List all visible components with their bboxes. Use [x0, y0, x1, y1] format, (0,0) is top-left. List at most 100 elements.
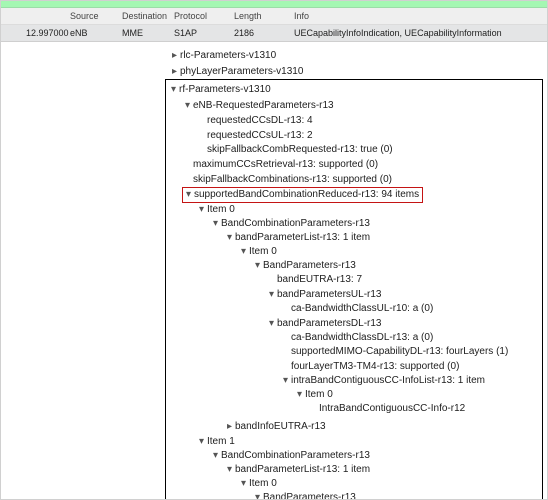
cell-destination: MME: [119, 25, 171, 41]
node-intra-cc-infolist[interactable]: ▾intraBandContiguousCC-InfoList-r13: 1 i…: [280, 374, 542, 418]
chevron-down-icon[interactable]: ▾: [238, 477, 249, 491]
label: bandParameterList-r13: 1 item: [235, 232, 370, 243]
label: phyLayerParameters-v1310: [180, 66, 303, 77]
packet-row[interactable]: 12.997000 eNB MME S1AP 2186 UECapability…: [1, 25, 547, 42]
node-phy-parameters[interactable]: phyLayerParameters-v1310: [169, 64, 543, 80]
chevron-down-icon[interactable]: ▾: [266, 317, 277, 331]
col-protocol[interactable]: Protocol: [171, 8, 231, 24]
node-intra-item[interactable]: ▾Item 0 IntraBandContiguousCC-Info-r12: [294, 388, 542, 417]
chevron-down-icon[interactable]: ▾: [210, 449, 221, 463]
chevron-down-icon[interactable]: ▾: [224, 463, 235, 477]
leaf-ca-bw-dl[interactable]: ca-BandwidthClassDL-r13: a (0): [280, 330, 542, 345]
chevron-down-icon[interactable]: ▾: [294, 388, 305, 402]
label: intraBandContiguousCC-InfoList-r13: 1 it…: [291, 375, 485, 386]
leaf-skip-fallback-req[interactable]: skipFallbackCombRequested-r13: true (0): [196, 143, 542, 158]
label: BandCombinationParameters-r13: [221, 450, 370, 461]
node-band-params-ul[interactable]: ▾bandParametersUL-r13 ca-BandwidthClassU…: [266, 287, 542, 316]
label: supportedBandCombinationReduced-r13: 94 …: [194, 189, 419, 200]
leaf-skip-fallback-comb[interactable]: skipFallbackCombinations-r13: supported …: [182, 172, 542, 187]
node-item[interactable]: ▾Item 1 ▾BandCombinationParameters-r13 ▾…: [196, 435, 542, 499]
node-enb-requested[interactable]: ▾eNB-RequestedParameters-r13 requestedCC…: [182, 98, 542, 158]
label: ca-BandwidthClassDL-r13: a (0): [291, 332, 433, 343]
node-supported-band-combination[interactable]: ▾supportedBandCombinationReduced-r13: 94…: [182, 187, 542, 499]
col-source[interactable]: Source: [67, 8, 119, 24]
leaf-requested-ccs-dl[interactable]: requestedCCsDL-r13: 4: [196, 114, 542, 129]
display-filter-bar[interactable]: [1, 1, 547, 8]
label: skipFallbackCombinations-r13: supported …: [193, 174, 392, 185]
packet-list-header[interactable]: Source Destination Protocol Length Info: [1, 8, 547, 25]
label: skipFallbackCombRequested-r13: true (0): [207, 144, 393, 155]
leaf-requested-ccs-ul[interactable]: requestedCCsUL-r13: 2: [196, 128, 542, 143]
chevron-down-icon[interactable]: ▾: [252, 259, 263, 273]
pretree-group: rlc-Parameters-v1310 phyLayerParameters-…: [169, 48, 543, 79]
label: Item 0: [207, 204, 235, 215]
node-item[interactable]: ▾Item 0 ▾BandCombinationParameters-r13 ▾…: [196, 203, 542, 435]
cell-time: 12.997000: [23, 25, 67, 41]
node-band-params-dl[interactable]: ▾bandParametersDL-r13 ca-BandwidthClassD…: [266, 316, 542, 418]
chevron-down-icon[interactable]: ▾: [252, 491, 263, 499]
cell-info: UECapabilityInfoIndication, UECapability…: [291, 25, 547, 41]
cell-no: [1, 25, 23, 41]
leaf-mimo[interactable]: supportedMIMO-CapabilityDL-r13: fourLaye…: [280, 345, 542, 360]
leaf-ca-bw-ul[interactable]: ca-BandwidthClassUL-r10: a (0): [280, 301, 542, 316]
leaf-intra-info[interactable]: IntraBandContiguousCC-Info-r12: [308, 402, 542, 417]
packet-analyzer-window: Source Destination Protocol Length Info …: [0, 0, 548, 500]
chevron-down-icon[interactable]: ▾: [266, 288, 277, 302]
chevron-down-icon[interactable]: ▾: [224, 231, 235, 245]
chevron-right-icon[interactable]: ▸: [224, 420, 235, 434]
packet-details-pane[interactable]: rlc-Parameters-v1310 phyLayerParameters-…: [1, 42, 547, 499]
chevron-right-icon[interactable]: [169, 49, 180, 63]
label: Item 0: [305, 389, 333, 400]
col-length[interactable]: Length: [231, 8, 291, 24]
chevron-down-icon[interactable]: ▾: [196, 203, 207, 217]
node-band-info-eutra[interactable]: ▸bandInfoEUTRA-r13: [224, 419, 542, 434]
chevron-down-icon[interactable]: [168, 83, 179, 97]
node-band-parameters[interactable]: ▾BandParameters-r13 bandEUTRA-r13: 40 ▾b…: [252, 491, 542, 499]
chevron-right-icon[interactable]: [169, 65, 180, 79]
label: supportedMIMO-CapabilityDL-r13: fourLaye…: [291, 346, 508, 357]
cell-length: 2186: [231, 25, 291, 41]
col-no[interactable]: [1, 8, 23, 24]
chevron-down-icon[interactable]: ▾: [238, 245, 249, 259]
label: bandParametersUL-r13: [277, 289, 382, 300]
node-band-combination-params[interactable]: ▾BandCombinationParameters-r13 ▾bandPara…: [210, 217, 542, 435]
label: fourLayerTM3-TM4-r13: supported (0): [291, 361, 459, 372]
leaf-tm3tm4[interactable]: fourLayerTM3-TM4-r13: supported (0): [280, 359, 542, 374]
chevron-down-icon[interactable]: ▾: [196, 435, 207, 449]
label: bandEUTRA-r13: 7: [277, 274, 362, 285]
label: bandInfoEUTRA-r13: [235, 421, 326, 432]
label: IntraBandContiguousCC-Info-r12: [319, 403, 465, 414]
node-bpl-item[interactable]: ▾Item 0 ▾BandParameters-r13 bandEUTRA-r1…: [238, 477, 542, 499]
items-list: ▾Item 0 ▾BandCombinationParameters-r13 ▾…: [182, 203, 542, 499]
chevron-down-icon[interactable]: ▾: [280, 374, 291, 388]
node-rlc-parameters[interactable]: rlc-Parameters-v1310: [169, 48, 543, 64]
node-bpl-item[interactable]: ▾Item 0 ▾BandParameters-r13 bandEUTRA-r1…: [238, 245, 542, 419]
col-info[interactable]: Info: [291, 8, 547, 24]
cell-protocol: S1AP: [171, 25, 231, 41]
label: maximumCCsRetrieval-r13: supported (0): [193, 159, 378, 170]
node-band-parameter-list[interactable]: ▾bandParameterList-r13: 1 item ▾Item 0 ▾…: [224, 463, 542, 499]
label: BandCombinationParameters-r13: [221, 218, 370, 229]
label: ca-BandwidthClassUL-r10: a (0): [291, 303, 433, 314]
label: requestedCCsUL-r13: 2: [207, 130, 313, 141]
label: eNB-RequestedParameters-r13: [193, 100, 334, 111]
node-band-parameters[interactable]: ▾BandParameters-r13 bandEUTRA-r13: 7 ▾ba…: [252, 259, 542, 419]
highlighted-subtree-box: rf-Parameters-v1310 ▾eNB-RequestedParame…: [165, 79, 543, 499]
node-band-parameter-list[interactable]: ▾bandParameterList-r13: 1 item ▾Item 0 ▾…: [224, 231, 542, 420]
chevron-down-icon[interactable]: ▾: [183, 188, 194, 202]
leaf-band-eutra[interactable]: bandEUTRA-r13: 7: [266, 273, 542, 288]
label: Item 0: [249, 478, 277, 489]
label: Item 1: [207, 436, 235, 447]
label: BandParameters-r13: [263, 492, 356, 499]
node-band-combination-params[interactable]: ▾BandCombinationParameters-r13 ▾bandPara…: [210, 449, 542, 499]
leaf-max-ccs-retrieval[interactable]: maximumCCsRetrieval-r13: supported (0): [182, 158, 542, 173]
col-time[interactable]: [23, 8, 67, 24]
chevron-down-icon[interactable]: ▾: [210, 217, 221, 231]
label: bandParameterList-r13: 1 item: [235, 464, 370, 475]
col-destination[interactable]: Destination: [119, 8, 171, 24]
chevron-down-icon[interactable]: ▾: [182, 98, 193, 114]
label: rlc-Parameters-v1310: [180, 50, 276, 61]
label: Item 0: [249, 246, 277, 257]
cell-source: eNB: [67, 25, 119, 41]
node-rf-parameters[interactable]: rf-Parameters-v1310: [168, 82, 542, 98]
